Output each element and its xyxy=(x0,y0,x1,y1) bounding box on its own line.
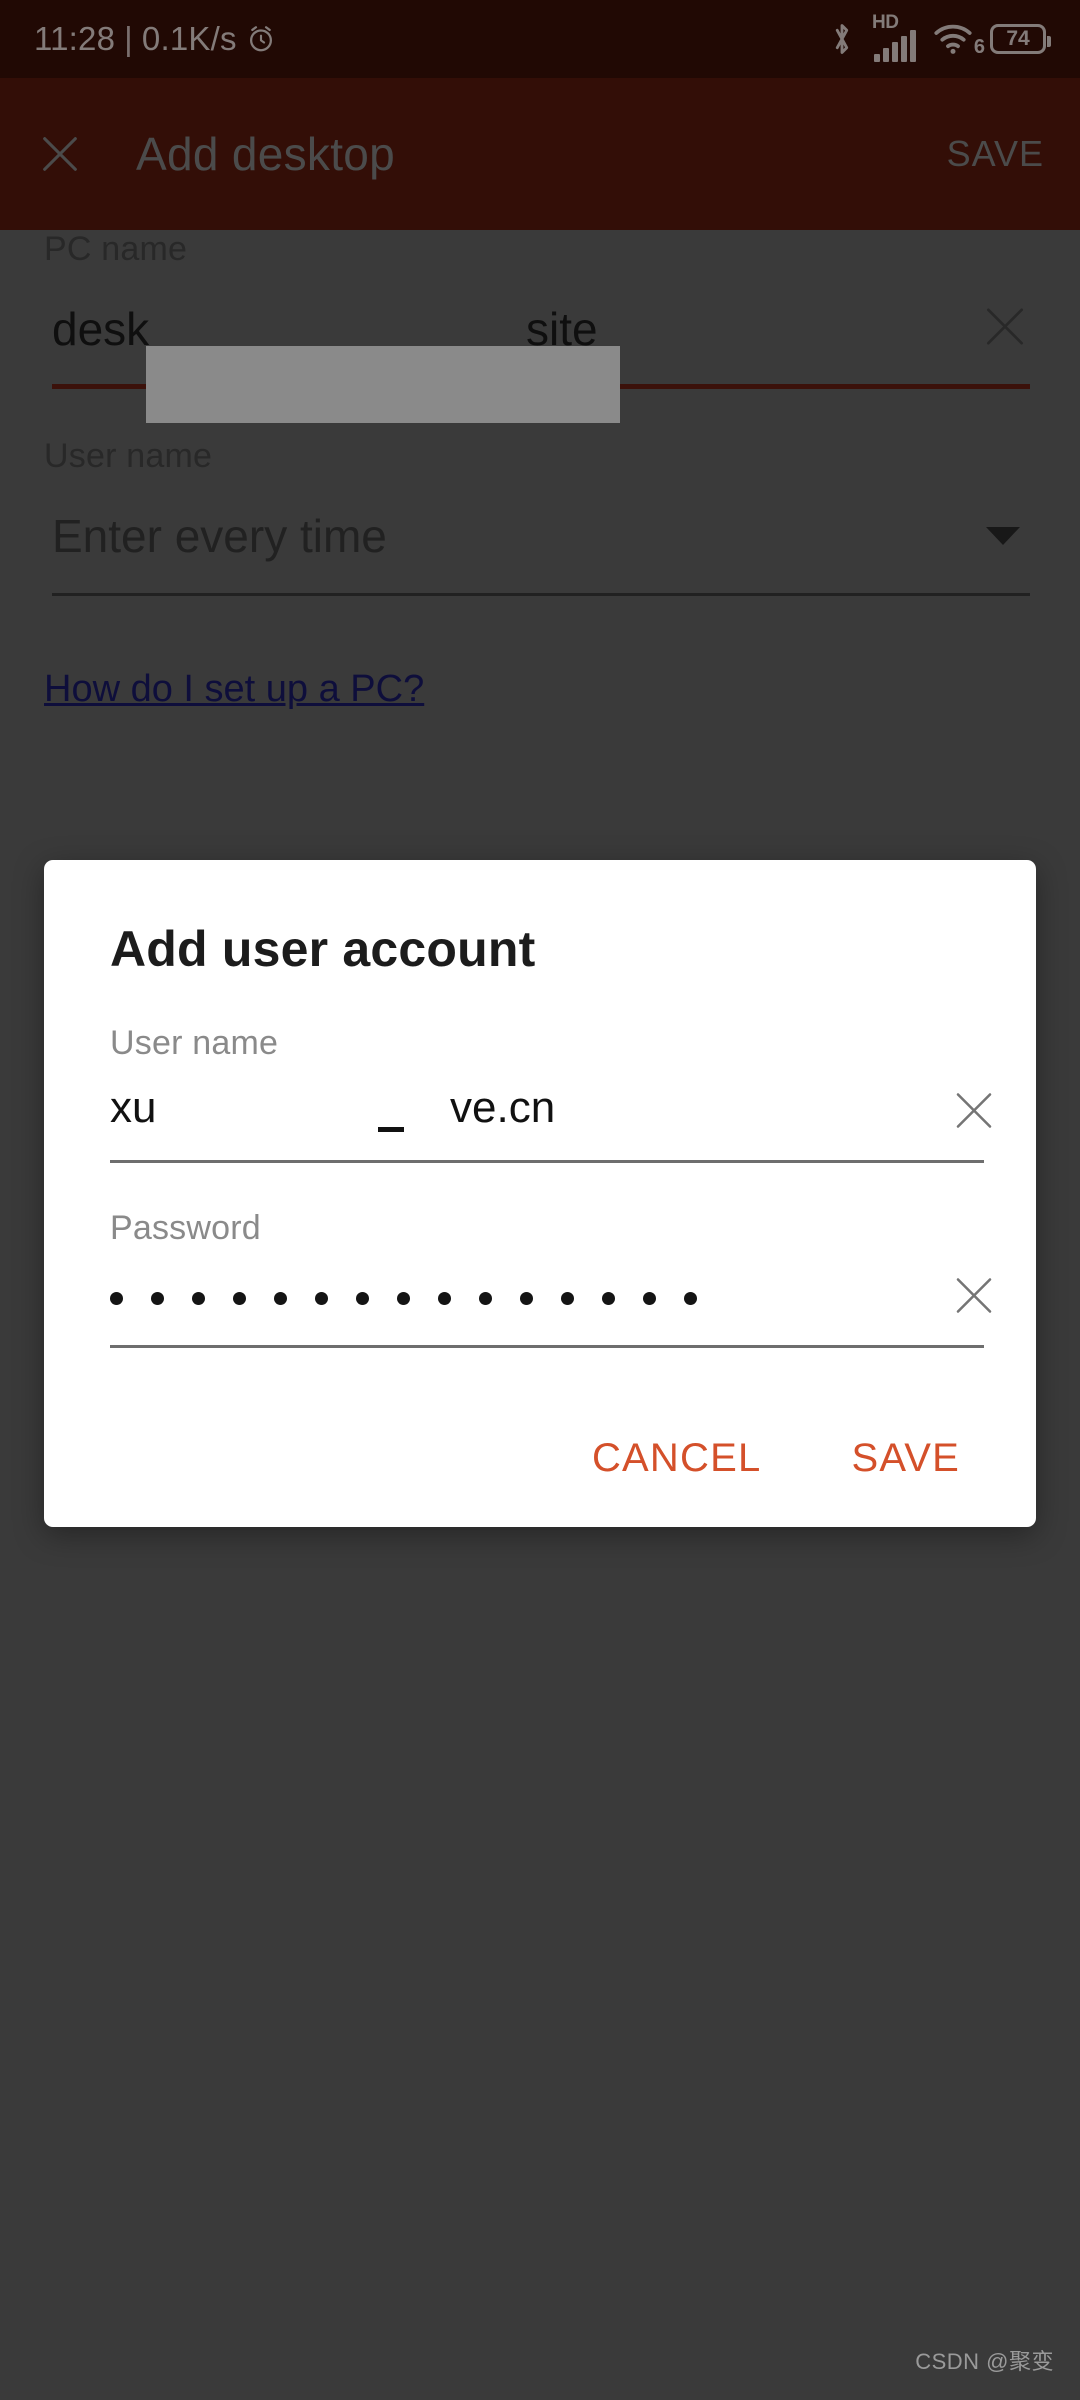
close-icon xyxy=(956,1093,992,1128)
dialog-user-name-field[interactable]: xu ve.cn xyxy=(110,1063,992,1163)
dialog-password-clear-button[interactable] xyxy=(950,1272,998,1325)
dialog-user-name-label: User name xyxy=(110,1024,279,1062)
redaction-remnant xyxy=(378,1127,404,1132)
dialog-user-name-value-start: xu xyxy=(110,1083,157,1132)
dialog-password-field[interactable] xyxy=(110,1248,992,1348)
dialog-user-name-underline xyxy=(110,1160,984,1163)
cancel-button[interactable]: CANCEL xyxy=(568,1426,785,1491)
password-masked-value xyxy=(110,1291,725,1305)
phone-screen: Add desktop SAVE PC name desk site User … xyxy=(0,0,1080,2400)
save-button[interactable]: SAVE xyxy=(827,1426,984,1491)
dialog-title: Add user account xyxy=(110,921,536,977)
watermark: CSDN @聚变 xyxy=(915,2349,1054,2374)
dialog-actions: CANCEL SAVE xyxy=(44,1348,1036,1505)
close-icon xyxy=(956,1278,992,1313)
dialog-password-underline xyxy=(110,1345,984,1348)
dialog-password-label: Password xyxy=(110,1209,261,1247)
add-user-account-dialog: Add user account User name xu ve.cn Pass… xyxy=(44,860,1036,1527)
dialog-user-name-value-end: ve.cn xyxy=(450,1083,556,1132)
dialog-user-name-clear-button[interactable] xyxy=(950,1087,998,1140)
